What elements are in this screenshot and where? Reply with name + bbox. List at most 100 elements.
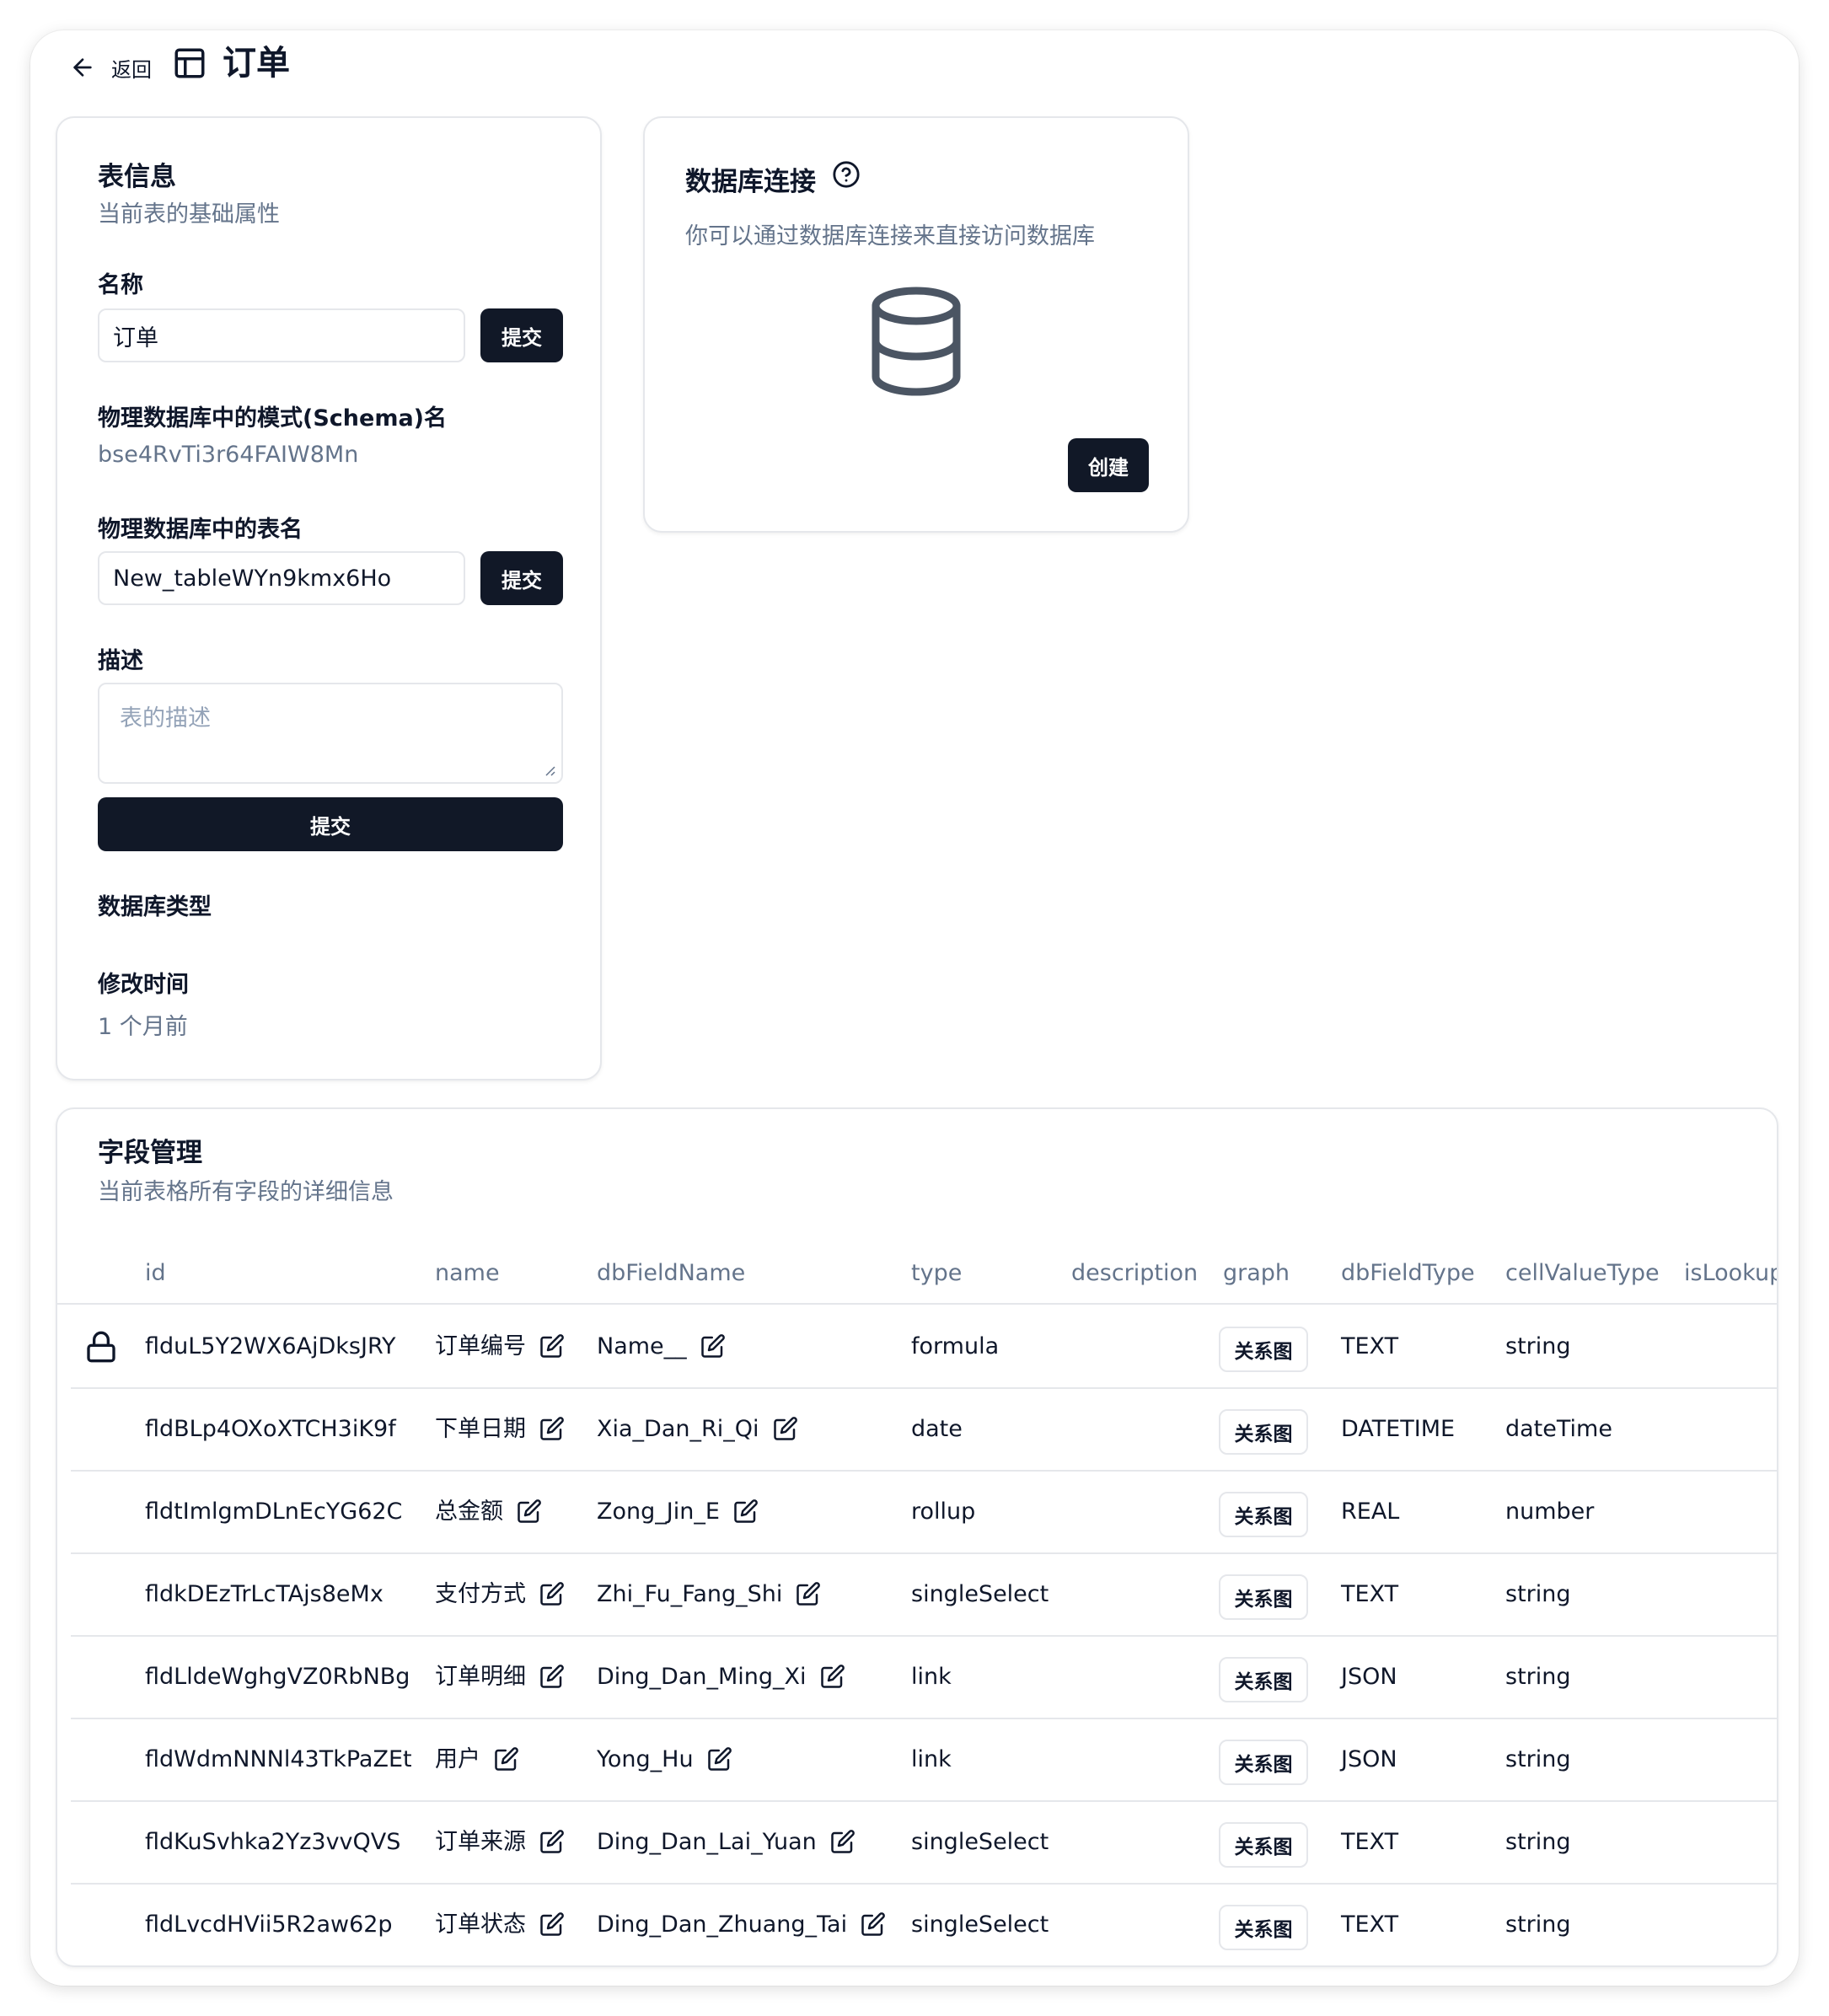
edit-name-icon[interactable] [494,1746,519,1772]
graph-button[interactable]: 关系图 [1219,1740,1308,1785]
field-name: 支付方式 [435,1581,526,1607]
field-cell-value-type: string [1505,1746,1571,1772]
db-table-submit-button[interactable]: 提交 [480,551,563,605]
table-info-subtitle: 当前表的基础属性 [98,201,280,228]
db-table-input[interactable]: New_tableWYn9kmx6Ho [98,551,465,605]
graph-button[interactable]: 关系图 [1219,1574,1308,1620]
fields-table-header: id name dbFieldName type description gra… [57,1242,1778,1305]
arrow-left-icon [73,58,92,77]
field-cell-value-type: dateTime [1505,1416,1612,1442]
field-cell-value-type: string [1505,1829,1571,1855]
table-info-title: 表信息 [98,162,176,192]
edit-db-field-name-icon[interactable] [707,1746,732,1772]
edit-name-icon[interactable] [539,1416,565,1441]
field-cell-value-type: string [1505,1333,1571,1359]
field-db-type: TEXT [1341,1911,1399,1938]
field-name: 用户 [435,1746,480,1772]
field-db-name: Xia_Dan_Ri_Qi [597,1416,759,1442]
graph-button[interactable]: 关系图 [1219,1822,1308,1868]
column-header-is-lookup: isLookup [1684,1260,1778,1286]
column-header-name: name [435,1260,500,1286]
description-label: 描述 [98,648,143,674]
resize-grip-icon[interactable] [543,764,556,777]
description-textarea[interactable]: 表的描述 [98,683,563,784]
column-header-db-field-name: dbFieldName [597,1260,746,1286]
description-placeholder: 表的描述 [120,705,211,732]
edit-db-field-name-icon[interactable] [830,1829,856,1854]
db-table-input-value: New_tableWYn9kmx6Ho [113,565,392,592]
table-row: fldLvcdHVii5R2aw62p 订单状态 Ding_Dan_Zhuang_T… [71,1885,1777,1965]
field-id: fldLldeWghgVZ0RbNBg [145,1664,410,1690]
field-name: 订单明细 [435,1664,526,1690]
field-name: 订单来源 [435,1829,526,1855]
field-cell-value-type: string [1505,1911,1571,1938]
field-db-name: Zong_Jin_E [597,1499,720,1525]
edit-name-icon[interactable] [539,1333,565,1359]
edit-db-field-name-icon[interactable] [773,1416,798,1441]
edit-name-icon[interactable] [539,1664,565,1689]
schema-value: bse4RvTi3r64FAIW8Mn [98,442,359,468]
column-header-type: type [911,1260,963,1286]
column-header-graph: graph [1223,1260,1290,1286]
topbar: 返回 订单 [30,30,1799,98]
fields-card: 字段管理 当前表格所有字段的详细信息 id name dbFieldName t… [56,1107,1778,1967]
name-label: 名称 [98,272,143,298]
back-button[interactable]: 返回 [69,51,152,84]
field-id: fldLvcdHVii5R2aw62p [145,1911,393,1938]
fields-subtitle: 当前表格所有字段的详细信息 [98,1179,394,1205]
db-connection-card: 数据库连接 你可以通过数据库连接来直接访问数据库 创建 [643,116,1189,533]
field-id: fldkDEzTrLcTAjs8eMx [145,1581,384,1607]
name-input-value: 订单 [113,324,158,351]
edit-name-icon[interactable] [539,1911,565,1937]
field-db-name: Ding_Dan_Lai_Yuan [597,1829,817,1855]
description-submit-button[interactable]: 提交 [98,797,563,851]
graph-button[interactable]: 关系图 [1219,1492,1308,1537]
db-connection-title: 数据库连接 [685,167,816,197]
page-title: 订单 [223,44,290,83]
field-type: singleSelect [911,1829,1049,1855]
field-id: fldtImlgmDLnEcYG62C [145,1499,403,1525]
schema-label: 物理数据库中的模式(Schema)名 [98,405,448,432]
graph-button[interactable]: 关系图 [1219,1327,1308,1372]
field-id: fldKuSvhka2Yz3vvQVS [145,1829,401,1855]
table-row: fldWdmNNNl43TkPaZEt 用户 Yong_Hu link 关系图 JSON s… [71,1719,1777,1802]
edit-db-field-name-icon[interactable] [796,1581,821,1606]
edit-db-field-name-icon[interactable] [820,1664,845,1689]
graph-button[interactable]: 关系图 [1219,1657,1308,1702]
graph-button[interactable]: 关系图 [1219,1409,1308,1455]
table-row: fldKuSvhka2Yz3vvQVS 订单来源 Ding_Dan_Lai_Yuan… [71,1802,1777,1885]
column-header-description: description [1071,1260,1199,1286]
help-circle-icon[interactable] [832,160,861,189]
field-name: 订单编号 [435,1333,526,1359]
edit-name-icon[interactable] [517,1499,542,1524]
modified-value: 1 个月前 [98,1014,188,1040]
name-input[interactable]: 订单 [98,308,465,362]
db-connection-subtitle: 你可以通过数据库连接来直接访问数据库 [685,223,1095,249]
name-submit-button[interactable]: 提交 [480,308,563,362]
edit-name-icon[interactable] [539,1829,565,1854]
edit-db-field-name-icon[interactable] [700,1333,726,1359]
field-db-type: TEXT [1341,1333,1399,1359]
field-type: formula [911,1333,1000,1359]
create-connection-button[interactable]: 创建 [1068,438,1149,492]
table-info-card: 表信息 当前表的基础属性 名称 订单 提交 物理数据库中的模式(Schema)名… [56,116,602,1080]
edit-db-field-name-icon[interactable] [861,1911,886,1937]
field-db-name: Name__ [597,1333,687,1359]
field-cell-value-type: string [1505,1581,1571,1607]
graph-button[interactable]: 关系图 [1219,1905,1308,1950]
app-window: 返回 订单 表信息 当前表的基础属性 名称 订单 提交 物理数据库中的模式(Sc… [30,30,1799,1986]
lock-icon [84,1330,118,1364]
field-type: rollup [911,1499,976,1525]
column-header-id: id [145,1260,166,1286]
table-row: flduL5Y2WX6AjDksJRY 订单编号 Name__ formula 关系图 T… [71,1306,1777,1389]
field-db-type: TEXT [1341,1581,1399,1607]
field-cell-value-type: string [1505,1664,1571,1690]
fields-title: 字段管理 [98,1138,202,1168]
edit-db-field-name-icon[interactable] [733,1499,759,1524]
field-type: link [911,1664,952,1690]
field-type: link [911,1746,952,1772]
field-id: fldWdmNNNl43TkPaZEt [145,1746,412,1772]
field-id: fldBLp4OXoXTCH3iK9f [145,1416,396,1442]
column-header-cell-value-type: cellValueType [1505,1260,1660,1286]
edit-name-icon[interactable] [539,1581,565,1606]
